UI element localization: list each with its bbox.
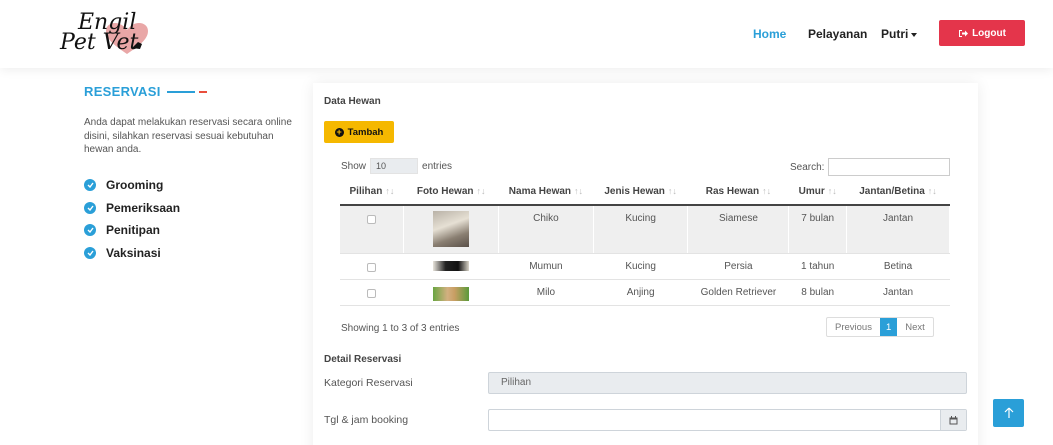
table-row: Chiko Kucing Siamese 7 bulan Jantan <box>340 205 950 254</box>
pet-age: 1 tahun <box>788 253 847 280</box>
entries-length-select[interactable]: 10 <box>370 158 419 174</box>
sort-icon: ↑↓ <box>827 185 837 196</box>
pet-type: Kucing <box>593 253 688 280</box>
tgl-booking-input[interactable] <box>488 409 967 431</box>
previous-button[interactable]: Previous <box>827 318 880 336</box>
sort-icon: ↑↓ <box>574 185 584 196</box>
column-header[interactable]: Umur ↑↓ <box>788 178 847 206</box>
pet-photo <box>433 211 470 247</box>
pet-name: Milo <box>498 279 594 306</box>
check-circle-icon <box>84 179 96 192</box>
reservation-card: Data Hewan + Tambah Show 10 entries Sear… <box>313 83 978 445</box>
nav-pelayanan-link[interactable]: Pelayanan <box>808 27 867 41</box>
caret-down-icon <box>911 32 918 37</box>
nav-home-link[interactable]: Home <box>753 27 786 41</box>
nav-user-dropdown[interactable]: Putri <box>881 27 918 41</box>
row-select-checkbox[interactable] <box>367 215 377 224</box>
next-button[interactable]: Next <box>897 318 933 336</box>
pet-breed: Golden Retriever <box>687 279 789 306</box>
pet-name: Mumun <box>498 253 594 280</box>
title-underline <box>166 90 195 93</box>
pet-name: Chiko <box>498 205 594 254</box>
table-search: Search: <box>790 158 951 176</box>
pet-age: 8 bulan <box>788 279 847 306</box>
column-header[interactable]: Ras Hewan ↑↓ <box>687 178 789 206</box>
pet-breed: Siamese <box>687 205 790 254</box>
pet-photo <box>433 260 470 271</box>
pet-breed: Persia <box>687 253 789 280</box>
pet-age: 7 bulan <box>788 205 848 254</box>
arrow-up-icon <box>1004 407 1013 418</box>
pets-table: Pilihan ↑↓ Foto Hewan ↑↓ Nama Hewan ↑↓ Jeni… <box>340 178 950 306</box>
sort-icon: ↑↓ <box>476 185 486 196</box>
tgl-booking-label: Tgl & jam booking <box>324 414 409 426</box>
sign-out-icon <box>959 29 969 37</box>
pet-photo <box>433 286 470 301</box>
service-list: Grooming Pemeriksaan Penitipan Vaksinasi <box>84 174 180 264</box>
pet-sex: Jantan <box>846 205 950 254</box>
logout-button[interactable]: Logout <box>939 20 1025 46</box>
service-item: Vaksinasi <box>84 242 180 265</box>
check-circle-icon <box>84 201 96 214</box>
title-accent <box>198 90 207 93</box>
plus-circle-icon: + <box>334 126 344 137</box>
column-header[interactable]: Jantan/Betina ↑↓ <box>846 178 950 206</box>
column-header[interactable]: Nama Hewan ↑↓ <box>498 178 594 206</box>
service-item: Penitipan <box>84 219 180 242</box>
service-label: Grooming <box>106 178 164 193</box>
table-info: Showing 1 to 3 of 3 entries <box>341 323 460 334</box>
brand-logo[interactable]: Engil Pet Vet <box>60 12 178 58</box>
check-circle-icon <box>84 224 96 237</box>
logo-line2: Pet Vet <box>60 30 139 55</box>
reservasi-heading: RESERVASI <box>84 84 207 99</box>
table-header-row: Pilihan ↑↓ Foto Hewan ↑↓ Nama Hewan ↑↓ Jeni… <box>340 178 950 206</box>
service-item: Pemeriksaan <box>84 197 180 220</box>
user-name: Putri <box>881 27 909 41</box>
calendar-icon[interactable] <box>940 410 966 430</box>
service-label: Pemeriksaan <box>106 200 181 215</box>
back-to-top-button[interactable] <box>993 399 1024 427</box>
row-select-checkbox[interactable] <box>367 288 377 298</box>
logout-label: Logout <box>972 27 1006 39</box>
sort-icon: ↑↓ <box>667 185 677 196</box>
column-header[interactable]: Foto Hewan ↑↓ <box>403 178 499 206</box>
sort-icon: ↑↓ <box>927 185 937 196</box>
pagination: Previous 1 Next <box>826 317 934 337</box>
entries-length-control: Show 10 entries <box>341 158 452 174</box>
reservasi-description: Anda dapat melakukan reservasi secara on… <box>84 117 292 155</box>
table-row: Mumun Kucing Persia 1 tahun Betina <box>340 253 950 280</box>
check-circle-icon <box>84 246 96 259</box>
sort-icon: ↑↓ <box>385 185 395 196</box>
service-label: Penitipan <box>106 223 161 238</box>
pet-sex: Betina <box>846 253 950 280</box>
entries-label: entries <box>422 160 453 172</box>
search-input[interactable] <box>828 158 951 176</box>
reservasi-title: RESERVASI <box>84 84 161 99</box>
top-navbar: Engil Pet Vet Home Pelayanan Putri Logou… <box>0 0 1053 68</box>
detail-reservasi-title: Detail Reservasi <box>324 354 402 365</box>
pet-type: Anjing <box>593 279 688 306</box>
column-header[interactable]: Jenis Hewan ↑↓ <box>593 178 688 206</box>
row-select-checkbox[interactable] <box>367 262 377 272</box>
page-1-button[interactable]: 1 <box>879 318 898 336</box>
service-label: Vaksinasi <box>106 245 161 260</box>
column-header[interactable]: Pilihan ↑↓ <box>340 178 404 206</box>
service-item: Grooming <box>84 174 180 197</box>
search-label: Search: <box>790 161 825 173</box>
kategori-label: Kategori Reservasi <box>324 377 413 389</box>
show-label: Show <box>341 160 367 172</box>
sort-icon: ↑↓ <box>762 185 772 196</box>
pet-type: Kucing <box>593 205 689 254</box>
add-pet-button[interactable]: + Tambah <box>324 121 394 143</box>
data-hewan-title: Data Hewan <box>324 96 381 107</box>
add-pet-label: Tambah <box>347 126 384 138</box>
pet-sex: Jantan <box>846 279 950 306</box>
kategori-select[interactable]: Pilihan <box>488 372 967 394</box>
table-row: Milo Anjing Golden Retriever 8 bulan Jan… <box>340 279 950 306</box>
